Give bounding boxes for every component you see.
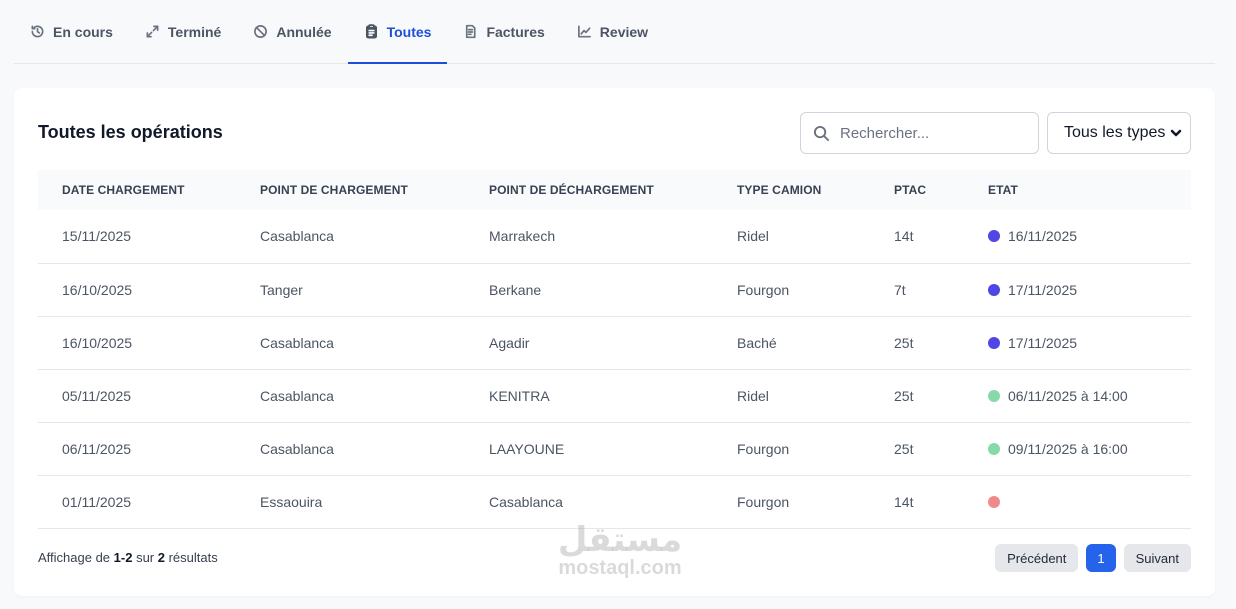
history-icon xyxy=(31,25,44,38)
cell-from: Casablanca xyxy=(260,387,334,404)
chevron-down-icon xyxy=(1170,129,1182,137)
ban-icon xyxy=(254,25,268,38)
cell-truck: Baché xyxy=(737,334,777,351)
table-row[interactable]: 16/10/2025 Casablanca Agadir Baché 25t 1… xyxy=(38,316,1191,369)
tab-factures[interactable]: Factures xyxy=(447,0,560,63)
cell-date: 06/11/2025 xyxy=(62,440,132,457)
tab-label: Terminé xyxy=(167,23,222,40)
cell-truck: Ridel xyxy=(737,387,769,404)
results-summary: Affichage de 1-2 sur 2 résultats xyxy=(38,550,218,565)
cell-status: 16/11/2025 xyxy=(964,210,1191,263)
search-input[interactable] xyxy=(840,124,1020,142)
cell-date: 05/11/2025 xyxy=(62,387,132,404)
operations-table: DATE CHARGEMENT POINT DE CHARGEMENT POIN… xyxy=(38,170,1191,529)
table-header-row: DATE CHARGEMENT POINT DE CHARGEMENT POIN… xyxy=(38,170,1191,210)
col-date-chargement[interactable]: DATE CHARGEMENT xyxy=(38,170,236,210)
cell-to: Berkane xyxy=(489,281,542,298)
watermark-arabic: مستقل xyxy=(557,520,683,560)
type-filter-value: Tous les types xyxy=(1064,124,1166,141)
chart-line-icon xyxy=(577,25,591,38)
cell-status: 06/11/2025 à 14:00 xyxy=(964,369,1191,422)
clipboard-icon xyxy=(365,24,377,39)
tab-annulee[interactable]: Annulée xyxy=(237,0,347,63)
table-row[interactable]: 16/10/2025 Tanger Berkane Fourgon 7t 17/… xyxy=(38,263,1191,316)
summary-prefix: Affichage de xyxy=(38,550,114,565)
status-tabs: En cours Terminé Annulée Toutes Factures… xyxy=(14,0,1215,64)
cell-to: LAAYOUNE xyxy=(489,440,565,457)
table-row[interactable]: 15/11/2025 Casablanca Marrakech Ridel 14… xyxy=(38,210,1191,263)
type-filter-select[interactable]: Tous les types xyxy=(1047,112,1191,154)
summary-range: 1-2 xyxy=(113,550,133,565)
cell-ptac: 14t xyxy=(894,228,914,245)
cell-date: 16/10/2025 xyxy=(62,281,133,298)
status-text: 06/11/2025 à 14:00 xyxy=(1008,387,1128,404)
cell-from: Essaouira xyxy=(260,493,323,510)
cell-date: 16/10/2025 xyxy=(62,334,133,351)
tab-toutes[interactable]: Toutes xyxy=(347,0,448,64)
page-1-button[interactable]: 1 xyxy=(1086,544,1116,572)
table-row[interactable]: 06/11/2025 Casablanca LAAYOUNE Fourgon 2… xyxy=(38,422,1191,475)
watermark-latin: mostaql.com xyxy=(558,557,682,579)
cell-ptac: 14t xyxy=(894,493,914,510)
watermark: مستقل mostaql.com xyxy=(540,523,700,579)
cell-ptac: 7t xyxy=(894,281,906,298)
tab-label: En cours xyxy=(53,23,113,40)
summary-suffix: résultats xyxy=(164,550,218,565)
cell-ptac: 25t xyxy=(894,387,914,404)
next-page-button[interactable]: Suivant xyxy=(1123,544,1191,572)
cell-to: Marrakech xyxy=(489,228,556,245)
status-dot xyxy=(988,389,1000,402)
cell-truck: Fourgon xyxy=(737,440,790,457)
status-dot xyxy=(988,283,1000,296)
col-ptac[interactable]: PTAC xyxy=(870,170,964,210)
cell-status xyxy=(964,475,1191,528)
pagination: Précédent 1 Suivant xyxy=(995,544,1191,572)
status-text: 17/11/2025 xyxy=(1008,281,1078,298)
cell-status: 09/11/2025 à 16:00 xyxy=(964,422,1191,475)
tab-label: Factures xyxy=(486,23,545,40)
table-row[interactable]: 05/11/2025 Casablanca KENITRA Ridel 25t … xyxy=(38,369,1191,422)
tab-label: Toutes xyxy=(386,23,432,40)
cell-from: Casablanca xyxy=(260,440,334,457)
status-text: 16/11/2025 xyxy=(1008,228,1078,245)
tab-label: Annulée xyxy=(276,23,332,40)
status-dot xyxy=(988,495,1000,508)
cell-to: KENITRA xyxy=(489,387,550,404)
status-dot xyxy=(988,442,1000,455)
cell-truck: Fourgon xyxy=(737,493,790,510)
expand-icon xyxy=(146,25,159,38)
col-type-camion[interactable]: TYPE CAMION xyxy=(713,170,870,210)
tab-en-cours[interactable]: En cours xyxy=(14,0,129,63)
invoice-icon xyxy=(466,24,476,39)
search-box[interactable] xyxy=(800,112,1039,154)
status-text: 09/11/2025 à 16:00 xyxy=(1008,440,1128,457)
page-title: Toutes les opérations xyxy=(38,122,223,142)
cell-status: 17/11/2025 xyxy=(964,316,1191,369)
col-etat[interactable]: ETAT xyxy=(964,170,1191,210)
search-icon xyxy=(813,125,830,141)
cell-from: Casablanca xyxy=(260,228,334,245)
cell-truck: Fourgon xyxy=(737,281,790,298)
cell-date: 01/11/2025 xyxy=(62,493,132,510)
previous-page-button[interactable]: Précédent xyxy=(995,544,1079,572)
col-point-dechargement[interactable]: POINT DE DÉCHARGEMENT xyxy=(465,170,713,210)
cell-truck: Ridel xyxy=(737,228,769,245)
summary-middle: sur xyxy=(132,550,158,565)
col-point-chargement[interactable]: POINT DE CHARGEMENT xyxy=(236,170,465,210)
cell-date: 15/11/2025 xyxy=(62,228,132,245)
cell-from: Tanger xyxy=(260,281,303,298)
cell-to: Agadir xyxy=(489,334,530,351)
status-text: 17/11/2025 xyxy=(1008,334,1078,351)
cell-ptac: 25t xyxy=(894,334,914,351)
status-dot xyxy=(988,230,1000,243)
tab-label: Review xyxy=(599,23,649,40)
tab-review[interactable]: Review xyxy=(561,0,664,63)
cell-ptac: 25t xyxy=(894,440,914,457)
status-dot xyxy=(988,336,1000,349)
cell-status: 17/11/2025 xyxy=(964,263,1191,316)
summary-total: 2 xyxy=(157,550,165,565)
tab-termine[interactable]: Terminé xyxy=(129,0,237,63)
cell-from: Casablanca xyxy=(260,334,334,351)
